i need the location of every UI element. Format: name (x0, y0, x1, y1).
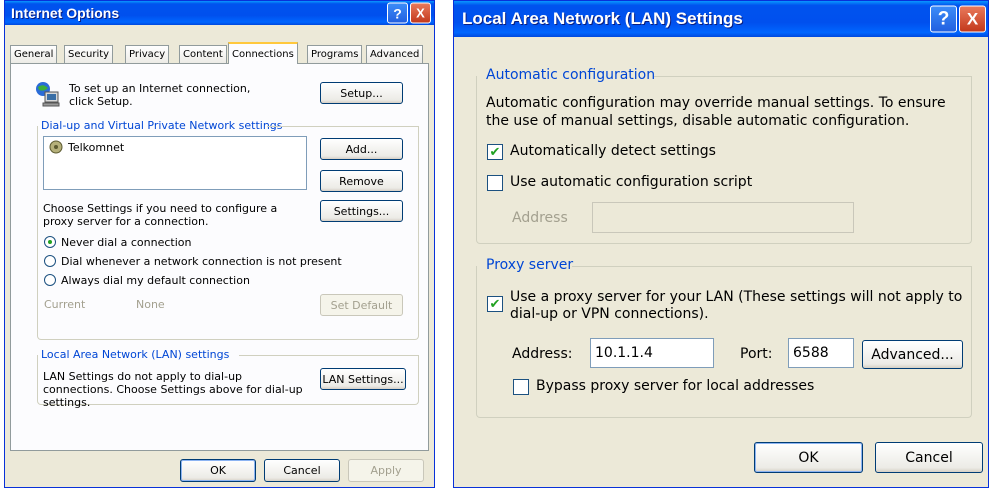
internet-options-titlebar[interactable]: Internet Options ? X (5, 1, 434, 25)
auto-detect-label[interactable]: Automatically detect settings (510, 143, 716, 159)
apply-button[interactable]: Apply (348, 459, 424, 482)
proxy-group-label: Proxy server (486, 257, 574, 273)
ok-button[interactable]: OK (180, 459, 256, 482)
auto-script-checkbox[interactable] (487, 175, 503, 191)
window-title: Local Area Network (LAN) Settings (462, 9, 743, 28)
window-title: Internet Options (11, 5, 120, 21)
lan-settings-titlebar[interactable]: Local Area Network (LAN) Settings ? X (454, 1, 988, 37)
tab-connections[interactable]: Connections (228, 42, 298, 64)
close-icon[interactable]: X (959, 5, 986, 33)
help-icon[interactable]: ? (387, 2, 408, 24)
cancel-button[interactable]: Cancel (875, 442, 983, 473)
tab-advanced[interactable]: Advanced (366, 45, 424, 63)
bypass-local-checkbox[interactable] (513, 379, 529, 395)
auto-detect-checkbox[interactable]: ✔ (487, 144, 503, 160)
use-proxy-checkbox[interactable]: ✔ (487, 296, 503, 312)
proxy-address-label: Address: (512, 346, 573, 362)
tab-security[interactable]: Security (64, 45, 114, 63)
bypass-local-label[interactable]: Bypass proxy server for local addresses (536, 378, 814, 394)
script-address-label: Address (512, 210, 568, 226)
network-connection-icon (33, 80, 61, 108)
ok-button[interactable]: OK (754, 442, 863, 473)
lan-settings-button[interactable]: LAN Settings... (320, 368, 406, 390)
internet-options-window: Internet Options ? X General Security Pr… (4, 0, 435, 488)
help-icon[interactable]: ? (930, 5, 957, 33)
tab-privacy[interactable]: Privacy (125, 45, 170, 63)
lan-text: LAN Settings do not apply to dial-up con… (43, 370, 303, 409)
setup-button[interactable]: Setup... (320, 82, 403, 104)
proxy-divider (572, 266, 972, 267)
lan-settings-window: Local Area Network (LAN) Settings ? X Au… (453, 0, 989, 488)
auto-script-label[interactable]: Use automatic configuration script (510, 174, 752, 190)
setup-text: To set up an Internet connection, click … (69, 82, 251, 108)
connections-panel: To set up an Internet connection, click … (10, 63, 429, 451)
advanced-button[interactable]: Advanced... (862, 340, 963, 369)
dialup-group-border (37, 126, 419, 340)
use-proxy-label[interactable]: Use a proxy server for your LAN (These s… (510, 289, 970, 323)
script-address-input[interactable] (592, 202, 854, 233)
tab-general[interactable]: General (10, 45, 58, 63)
auto-config-text: Automatic configuration may override man… (486, 95, 946, 129)
auto-config-divider (654, 76, 972, 77)
tab-programs[interactable]: Programs (307, 45, 363, 63)
auto-config-label: Automatic configuration (486, 67, 656, 83)
tab-content[interactable]: Content (179, 45, 227, 63)
close-icon[interactable]: X (410, 2, 431, 24)
proxy-port-label: Port: (740, 346, 773, 362)
proxy-port-input[interactable]: 6588 (788, 338, 854, 368)
lan-divider (239, 355, 419, 356)
cancel-button[interactable]: Cancel (264, 459, 340, 482)
proxy-address-input[interactable]: 10.1.1.4 (590, 338, 714, 368)
